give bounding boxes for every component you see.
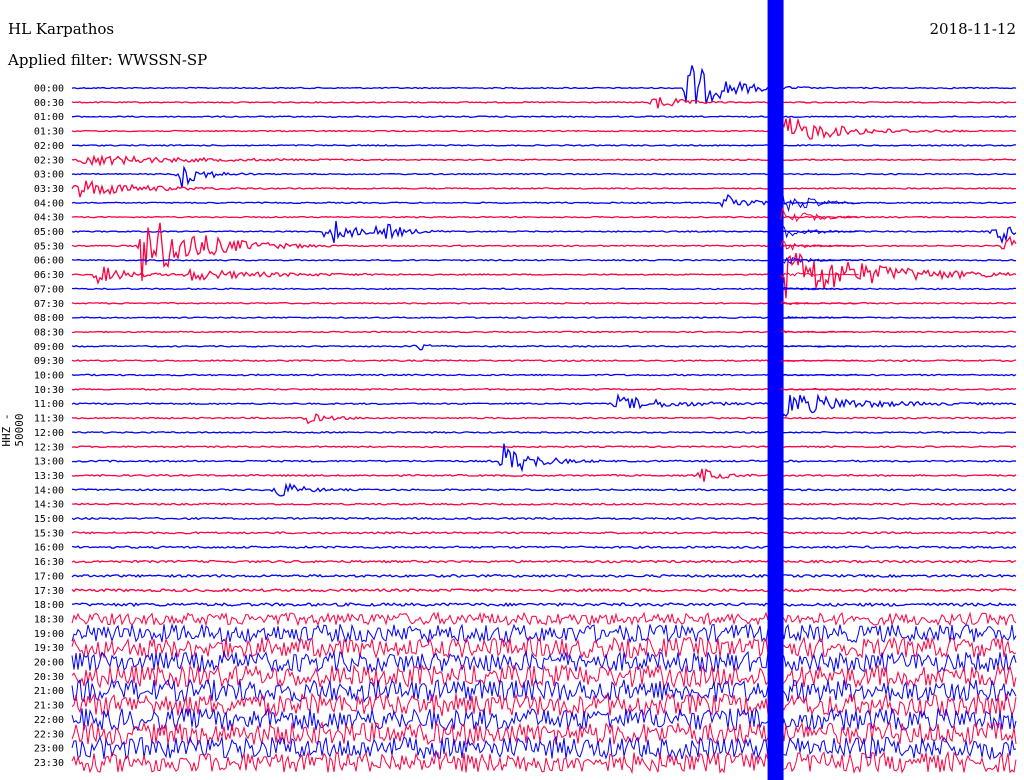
time-tick-label: 07:00 [34,284,64,295]
seismic-trace [71,359,1017,363]
seismic-trace [71,287,1017,291]
time-tick-label: 14:30 [34,500,64,511]
seismic-trace [71,573,1017,579]
time-tick-label: 20:30 [34,672,64,683]
seismic-trace [71,391,1017,420]
time-tick-label: 18:00 [34,600,64,611]
time-tick-label: 08:00 [34,313,64,324]
seismic-trace [71,220,1017,245]
time-tick-label: 10:00 [34,371,64,382]
time-tick-label: 22:00 [34,715,64,726]
time-tick-label: 02:30 [34,155,64,166]
time-tick-label: 23:30 [34,758,64,769]
seismic-trace [71,622,1017,644]
seismic-trace [71,545,1017,549]
seismic-trace [71,588,1017,593]
seismic-trace [71,636,1017,660]
seismic-trace [71,117,1017,140]
time-tick-label: 18:30 [34,614,64,625]
time-tick-label: 13:30 [34,471,64,482]
time-tick-label: 09:30 [34,356,64,367]
time-tick-label: 01:00 [34,112,64,123]
time-tick-label: 05:00 [34,227,64,238]
seismic-trace [71,165,1017,189]
time-tick-label: 15:00 [34,514,64,525]
seismic-trace [71,193,1017,208]
time-tick-label: 03:30 [34,184,64,195]
time-tick-label: 15:30 [34,528,64,539]
time-tick-label: 09:00 [34,342,64,353]
time-tick-label: 12:30 [34,442,64,453]
seismic-trace [71,65,1017,104]
seismic-trace [71,373,1017,377]
seismic-trace [71,531,1017,535]
seismic-trace [71,482,1017,497]
time-tick-label: 21:00 [34,686,64,697]
seismic-trace [71,301,1017,305]
time-tick-label: 06:00 [34,256,64,267]
seismic-trace [71,144,1016,147]
seismic-trace [71,502,1017,506]
seismic-trace [71,516,1017,521]
time-tick-label: 00:30 [34,98,64,109]
event-coda [780,388,859,391]
seismic-trace [71,413,1017,425]
seismic-trace [71,330,1017,334]
seismic-trace [71,258,1017,262]
time-tick-label: 11:00 [34,399,64,410]
time-tick-label: 00:00 [34,84,64,95]
seismic-trace [71,611,1017,627]
seismic-trace [72,115,1017,119]
time-tick-label: 08:30 [34,327,64,338]
seismogram-page: HL Karpathos Applied filter: WWSSN-SP 20… [0,0,1024,780]
saturated-event-column [767,0,784,780]
time-tick-label: 19:30 [34,643,64,654]
seismic-trace [71,677,1017,704]
time-tick-label: 23:00 [34,744,64,755]
event-coda [780,206,859,223]
time-tick-label: 14:00 [34,485,64,496]
seismic-trace [71,154,1017,168]
time-tick-label: 03:00 [34,170,64,181]
time-tick-label: 05:30 [34,241,64,252]
time-tick-label: 06:30 [34,270,64,281]
time-tick-label: 07:30 [34,299,64,310]
seismic-trace [72,215,1017,219]
event-coda [780,301,859,306]
seismic-trace [71,179,1017,198]
event-coda [780,272,859,279]
event-coda [780,374,859,376]
event-coda [780,359,859,362]
time-tick-label: 22:30 [34,729,64,740]
seismic-trace [71,559,1017,564]
time-tick-label: 17:30 [34,586,64,597]
time-tick-label: 11:30 [34,414,64,425]
time-tick-label: 04:30 [34,213,64,224]
time-tick-label: 02:00 [34,141,64,152]
time-tick-label: 04:00 [34,198,64,209]
time-tick-label: 21:30 [34,701,64,712]
time-tick-label: 19:00 [34,629,64,640]
time-tick-label: 10:30 [34,385,64,396]
seismic-trace [71,445,1017,449]
seismic-trace [71,430,1017,434]
time-tick-label: 12:00 [34,428,64,439]
time-tick-label: 16:00 [34,543,64,554]
seismic-trace [71,750,1017,775]
time-tick-label: 16:30 [34,557,64,568]
time-tick-label: 17:00 [34,571,64,582]
time-tick-label: 20:00 [34,658,64,669]
seismic-trace [71,387,1017,391]
time-tick-label: 01:30 [34,127,64,138]
seismic-trace [71,602,1017,608]
seismic-trace [71,97,1017,109]
time-tick-label: 13:00 [34,457,64,468]
seismic-trace [72,316,1017,319]
seismic-trace [71,343,1017,351]
seismic-trace [71,468,1017,482]
event-coda [780,192,859,213]
seismogram-plot: 00:00 00:30 01:00 01:30 02:00 02:30 03:00 03:30… [34,0,1017,780]
